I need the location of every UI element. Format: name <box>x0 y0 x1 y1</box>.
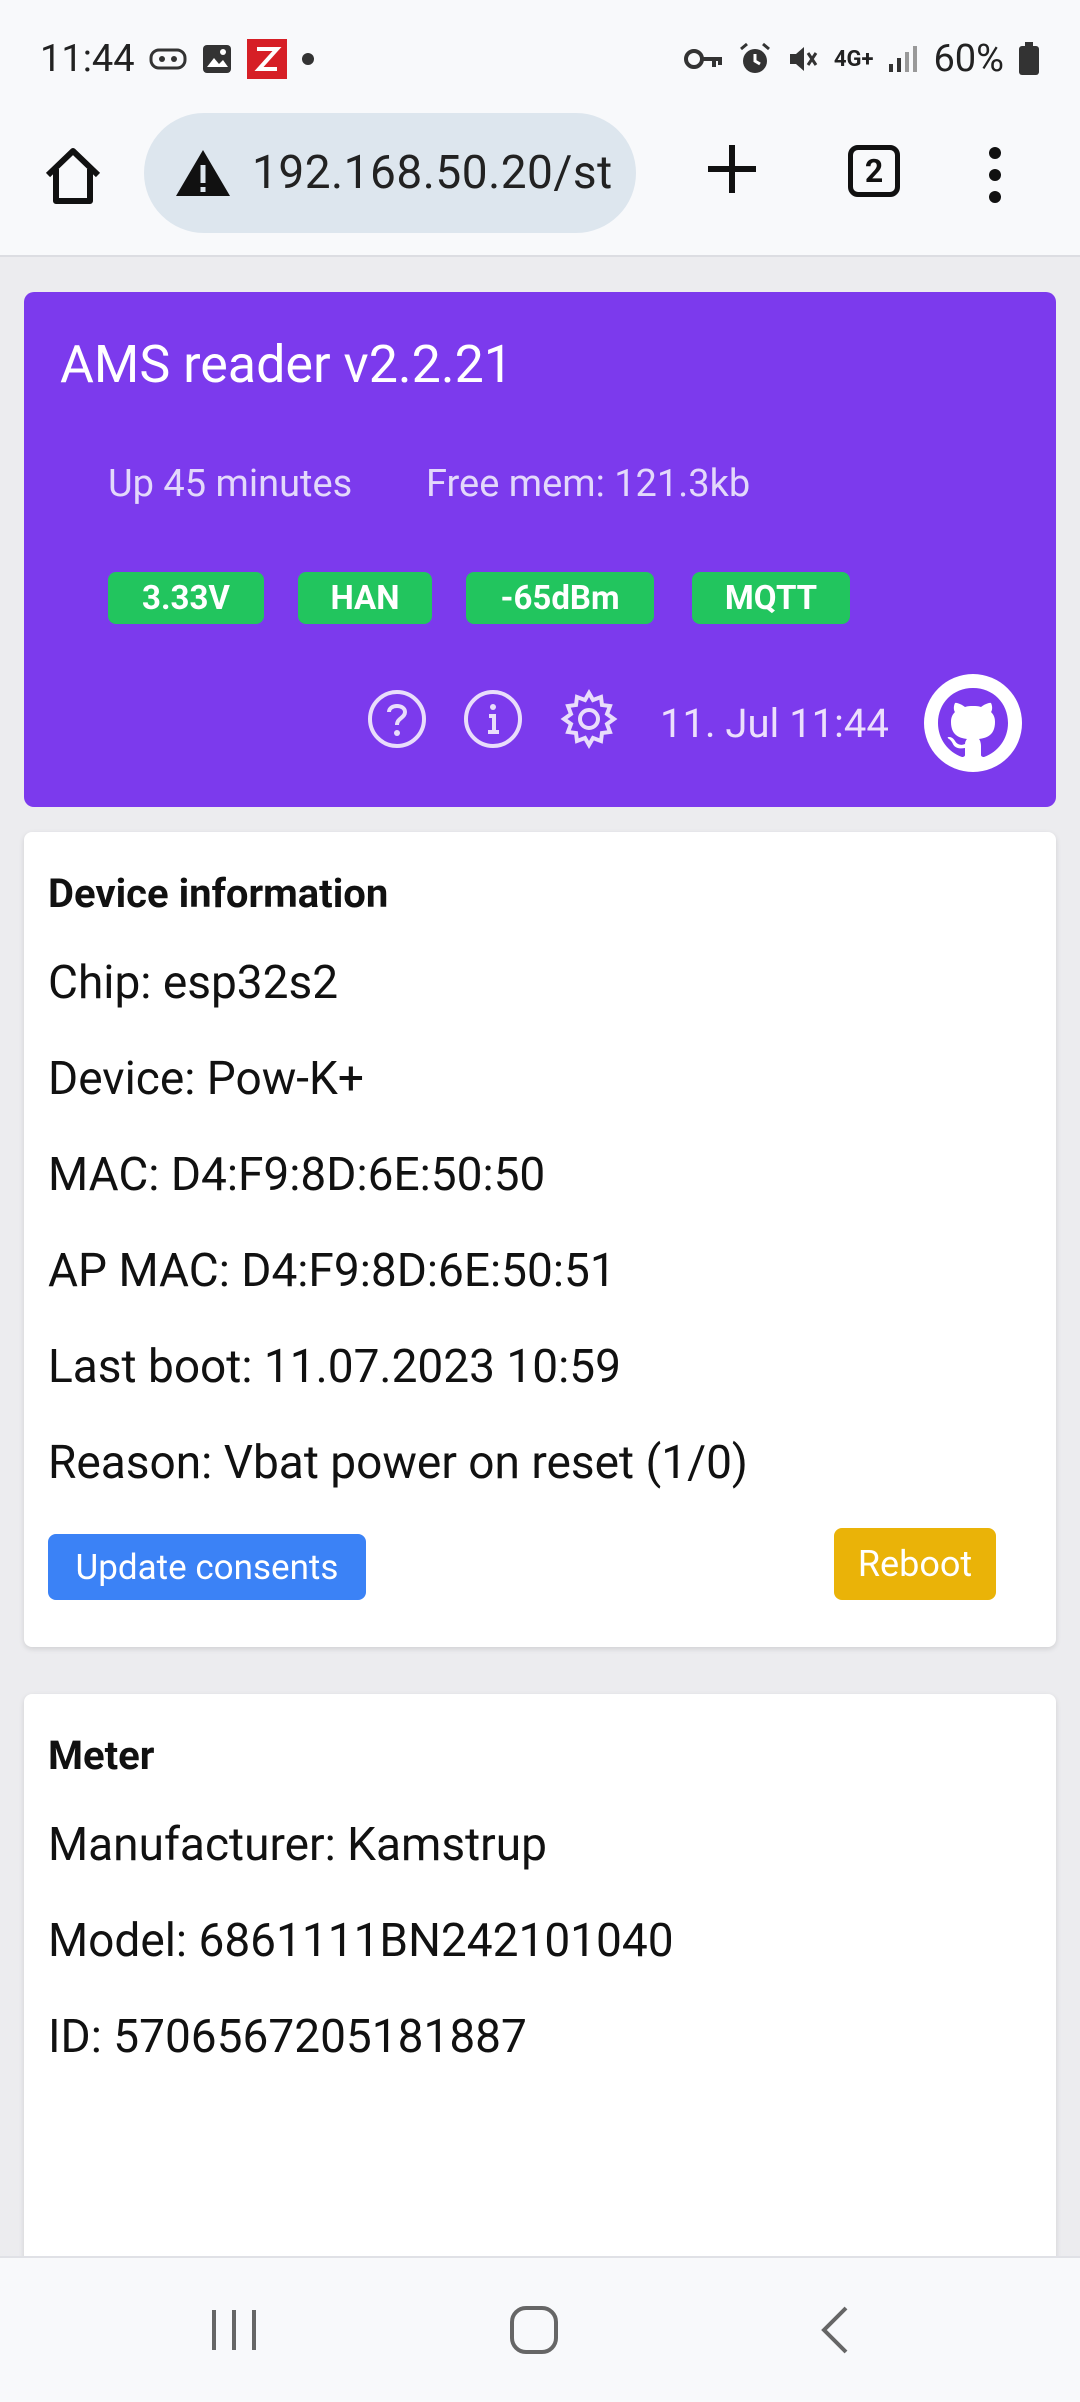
voltage-badge: 3.33V <box>108 572 264 624</box>
reboot-button[interactable]: Reboot <box>834 1528 996 1600</box>
free-mem-label: Free mem: 121.3kb <box>426 462 751 506</box>
manufacturer-line: Manufacturer: Kamstrup <box>48 1818 547 1872</box>
new-tab-button[interactable] <box>700 137 764 201</box>
browser-toolbar: 192.168.50.20/st 2 <box>0 105 1080 257</box>
tab-switcher-button[interactable]: 2 <box>848 145 900 197</box>
last-boot-line: Last boot: 11.07.2023 10:59 <box>48 1340 621 1394</box>
vr-icon <box>149 46 187 72</box>
recent-apps-button[interactable] <box>202 2298 266 2362</box>
settings-button[interactable] <box>558 688 620 750</box>
status-right: 4G+ 60% <box>683 37 1040 81</box>
signal-icon <box>887 44 919 74</box>
home-button[interactable] <box>38 141 108 211</box>
app-notification-icon <box>246 39 287 79</box>
update-consents-button[interactable]: Update consents <box>48 1534 366 1600</box>
plus-icon <box>708 145 756 193</box>
home-nav-button[interactable] <box>502 2298 566 2362</box>
gallery-icon <box>201 43 233 75</box>
notification-dot-icon <box>301 52 315 66</box>
meter-title: Meter <box>48 1732 155 1779</box>
rssi-badge: -65dBm <box>466 572 654 624</box>
info-button[interactable] <box>462 688 524 750</box>
url-text: 192.168.50.20/st <box>252 146 613 200</box>
address-bar[interactable]: 192.168.50.20/st <box>144 113 636 233</box>
mute-icon <box>786 42 820 76</box>
chip-line: Chip: esp32s2 <box>48 956 339 1010</box>
uptime-label: Up 45 minutes <box>108 462 353 506</box>
battery-icon <box>1018 42 1040 76</box>
meter-card: Meter Manufacturer: Kamstrup Model: 6861… <box>24 1694 1056 2294</box>
gear-icon <box>560 688 618 750</box>
vpn-key-icon <box>683 47 724 71</box>
device-info-card: Device information Chip: esp32s2 Device:… <box>24 832 1056 1647</box>
device-line: Device: Pow-K+ <box>48 1052 364 1106</box>
device-info-title: Device information <box>48 870 389 917</box>
mac-line: MAC: D4:F9:8D:6E:50:50 <box>48 1148 546 1202</box>
warning-icon <box>176 150 230 196</box>
network-type-label: 4G+ <box>833 46 874 72</box>
han-badge: HAN <box>298 572 432 624</box>
browser-menu-button[interactable] <box>980 143 1010 207</box>
status-time: 11:44 <box>40 37 135 81</box>
home-circle-icon <box>510 2306 558 2354</box>
github-icon <box>938 688 1008 757</box>
recent-apps-icon <box>212 2310 256 2350</box>
back-button[interactable] <box>804 2298 868 2362</box>
info-icon <box>464 690 522 748</box>
battery-percent: 60% <box>933 37 1004 81</box>
system-nav-bar <box>0 2256 1080 2402</box>
status-bar: 11:44 4G+ 60% <box>0 0 1080 118</box>
mqtt-badge: MQTT <box>692 572 850 624</box>
reset-reason-line: Reason: Vbat power on reset (1/0) <box>48 1436 748 1490</box>
back-icon <box>821 2306 848 2354</box>
help-button[interactable] <box>366 688 428 750</box>
page-title: AMS reader v2.2.21 <box>60 334 514 395</box>
help-icon <box>368 690 426 748</box>
header-card: AMS reader v2.2.21 Up 45 minutes Free me… <box>24 292 1056 807</box>
github-link[interactable] <box>924 674 1022 772</box>
alarm-icon <box>738 42 772 76</box>
home-icon <box>45 148 101 204</box>
status-left: 11:44 <box>40 37 315 81</box>
datetime-label: 11. Jul 11:44 <box>660 700 889 747</box>
ap-mac-line: AP MAC: D4:F9:8D:6E:50:51 <box>48 1244 616 1298</box>
model-line: Model: 6861111BN242101040 <box>48 1914 674 1968</box>
meter-id-line: ID: 5706567205181887 <box>48 2010 527 2064</box>
more-vert-icon <box>989 147 1001 203</box>
